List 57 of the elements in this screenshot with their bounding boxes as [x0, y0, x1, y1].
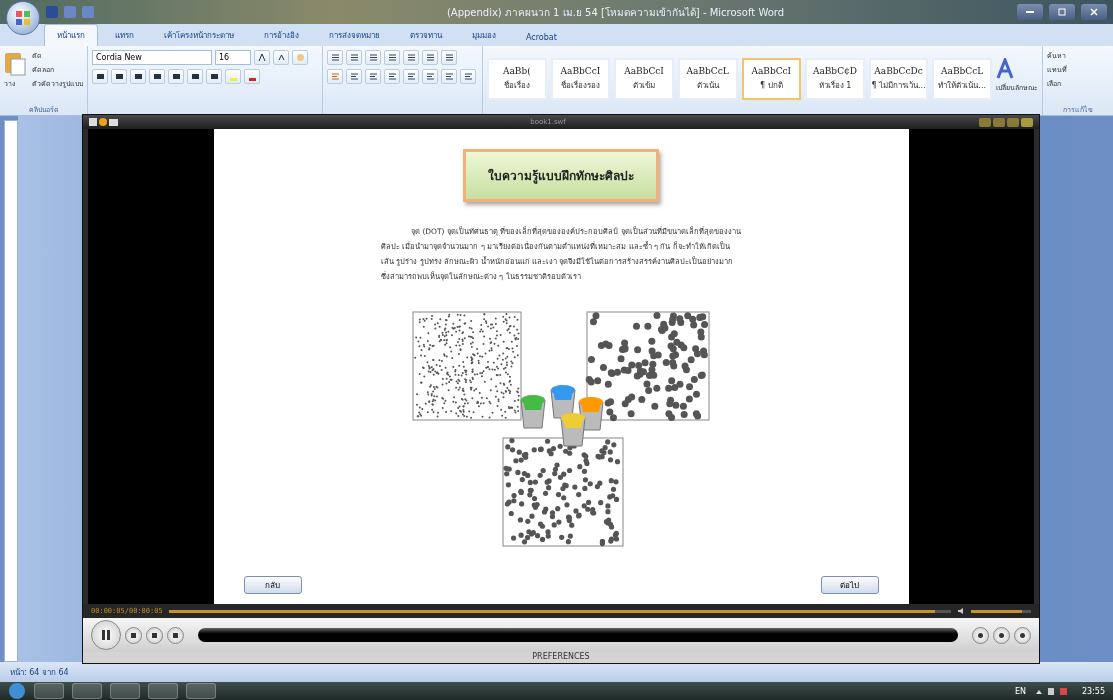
minimize-button[interactable] [1017, 4, 1043, 20]
taskbar-app-icon[interactable] [186, 683, 216, 699]
pause-button[interactable] [91, 620, 121, 650]
font-name-field[interactable]: Cordia New [92, 50, 212, 65]
clock: 23:55 [1081, 686, 1105, 696]
player-close-button[interactable] [1021, 117, 1033, 127]
style-gallery-item[interactable]: AaBb( ชื่อเรื่อง [487, 58, 547, 100]
window-title: (Appendix) ภาคผนวก 1 เม.ย 54 [โหมดความเข้ากันได้] - Microsoft Word [445, 5, 786, 20]
office-button[interactable] [6, 1, 40, 35]
open-button[interactable] [972, 626, 989, 644]
seek-bar[interactable] [168, 609, 951, 613]
stop-icon [130, 631, 137, 639]
maximize-icon [1058, 8, 1066, 16]
ribbon-tab[interactable]: การอ้างอิง [251, 24, 312, 46]
previous-button[interactable] [146, 626, 163, 644]
next-button[interactable]: ต่อไป [820, 576, 879, 594]
close-button[interactable] [1081, 4, 1107, 20]
ribbon-tab[interactable]: ตรวจทาน [397, 24, 455, 46]
ribbon-tab[interactable]: แทรก [102, 24, 147, 46]
back-button[interactable]: กลับ [243, 576, 302, 594]
office-logo-icon [15, 10, 31, 26]
style-gallery-item[interactable]: AaBbCcI ชื่อเรื่องรอง [550, 58, 611, 100]
dot-icon [1019, 631, 1026, 639]
style-gallery-item[interactable]: AaBbCcI ¶ ปกติ [741, 58, 802, 100]
player-logo-icon [89, 117, 119, 127]
ribbon-tab[interactable]: มุมมอง [459, 24, 509, 46]
style-gallery-item[interactable]: AaBbCcL ตัวเน้น [677, 58, 738, 100]
style-gallery-item[interactable]: AaBbCcI ตัวเข้ม [614, 58, 674, 100]
pause-icon [101, 629, 111, 641]
dot-icon [977, 631, 984, 639]
preferences-link[interactable]: PREFERENCES [532, 652, 590, 663]
ribbon-tab[interactable]: เค้าโครงหน้ากระดาษ [151, 24, 247, 46]
settings-button[interactable] [1014, 626, 1031, 644]
style-gallery-item[interactable]: AaBbCcDc ¶ ไม่มีการเว้น... [868, 58, 929, 100]
start-orb-icon[interactable] [8, 682, 26, 700]
page-count: หน้า: 64 จาก 64 [10, 666, 69, 679]
style-gallery-item[interactable]: AaBbC¢D หัวเรื่อง 1 [805, 58, 865, 100]
language-indicator[interactable]: EN [1014, 686, 1026, 696]
taskbar-app-icon[interactable] [110, 683, 140, 699]
next-button[interactable] [167, 626, 184, 644]
ribbon-tab[interactable]: หน้าแรก [44, 24, 98, 46]
taskbar-app-icon[interactable] [34, 683, 64, 699]
style-gallery-item[interactable]: AaBbCcL ทำให้ตัวเน้น... [932, 58, 992, 100]
ribbon-tab[interactable]: การส่งจดหมาย [316, 24, 393, 46]
close-icon [1090, 8, 1098, 16]
stop-button[interactable] [125, 626, 142, 644]
playlist-button[interactable] [993, 626, 1010, 644]
minimize-icon [1026, 10, 1034, 14]
ribbon-tab[interactable]: Acrobat [513, 28, 570, 46]
volume-icon[interactable] [957, 607, 965, 615]
taskbar-app-icon[interactable] [148, 683, 178, 699]
slide-heading: ใบความรู้แบบฝึกทักษะศิลปะ [463, 149, 659, 202]
volume-slider[interactable] [971, 609, 1031, 613]
font-size-field[interactable]: 16 [215, 50, 251, 65]
taskbar-app-icon[interactable] [72, 683, 102, 699]
maximize-button[interactable] [1049, 4, 1075, 20]
dot-icon [998, 631, 1005, 639]
